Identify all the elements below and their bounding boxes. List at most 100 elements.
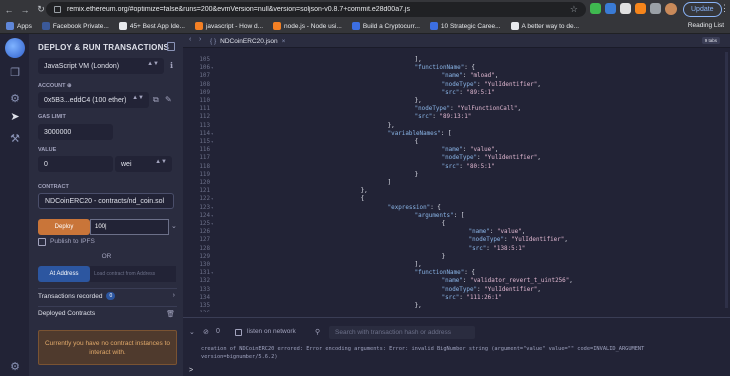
publish-ipfs-checkbox[interactable] (38, 238, 46, 246)
code-line[interactable]: 121}, (183, 187, 730, 195)
code-line[interactable]: 105], (183, 56, 730, 64)
code-line[interactable]: 124 ▾ "arguments": [ (183, 212, 730, 220)
code-line[interactable]: 120] (183, 179, 730, 187)
bookmark-item[interactable]: 45+ Best App Ide... (118, 22, 185, 30)
deploy-params-input[interactable]: 100| (90, 219, 169, 235)
close-icon[interactable]: × (282, 38, 286, 45)
code-line[interactable]: 134 "src": "111:26:1" (183, 294, 730, 302)
clear-console-icon[interactable]: ⊘ (203, 328, 209, 336)
code-line[interactable]: 129} (183, 253, 730, 261)
code-line[interactable]: 119} (183, 171, 730, 179)
code-line[interactable]: 118 "src": "80:5:1" (183, 163, 730, 171)
scroll-left-icon[interactable]: ‹ (189, 36, 191, 43)
bookmark-item[interactable]: A better way to de... (510, 22, 579, 30)
chevron-down-icon[interactable]: ⌄ (189, 328, 195, 336)
trash-icon[interactable]: 🗑 (166, 310, 175, 318)
code-line[interactable]: 133 "nodeType": "YulIdentifier", (183, 286, 730, 294)
code-line[interactable]: 114 ▾ "variableNames": [ (183, 130, 730, 138)
remix-logo-icon[interactable] (5, 38, 25, 58)
file-explorer-icon[interactable]: ❐ (7, 66, 23, 80)
code-line[interactable]: 132 "name": "validator_revert_t_uint256", (183, 277, 730, 285)
menu-icon[interactable]: ⋮ (720, 3, 729, 14)
puzzle-icon[interactable] (650, 3, 661, 14)
code-line[interactable]: 110}, (183, 97, 730, 105)
bookmark-apps[interactable]: Apps (6, 22, 32, 30)
bookmark-item[interactable]: node.js - Node usi... (273, 22, 342, 30)
code-line[interactable]: 111 "nodeType": "YulFunctionCall", (183, 105, 730, 113)
code-line[interactable]: 108 "nodeType": "YulIdentifier", (183, 81, 730, 89)
code-line[interactable]: 136 (183, 310, 730, 312)
scroll-right-icon[interactable]: › (199, 36, 201, 43)
tab-ndcoin-json[interactable]: { } NDCoinERC20.json × (210, 35, 285, 48)
code-line[interactable]: 117 "nodeType": "YulIdentifier", (183, 154, 730, 162)
code-line[interactable]: 127 "nodeType": "YulIdentifier", (183, 236, 730, 244)
tabs-count-badge[interactable]: 9 tabs (701, 37, 720, 44)
code-line[interactable]: 130], (183, 261, 730, 269)
fold-chevron-icon[interactable]: ▾ (211, 195, 213, 203)
fold-chevron-icon[interactable]: ▾ (211, 138, 213, 146)
plugin-manager-icon[interactable]: ⚒ (7, 132, 23, 146)
transactions-recorded-row[interactable]: Transactions recorded 0 (38, 292, 116, 300)
code-line[interactable]: 115 ▾ { (183, 138, 730, 146)
update-button[interactable]: Update (683, 2, 722, 17)
info-icon[interactable]: ℹ (170, 61, 173, 70)
code-line[interactable]: 113}, (183, 122, 730, 130)
chevron-right-icon[interactable]: › (173, 292, 175, 299)
bookmark-item[interactable]: 10 Strategic Caree... (429, 22, 501, 30)
code-line[interactable]: 116 "name": "value", (183, 146, 730, 154)
code-line[interactable]: 135}, (183, 302, 730, 310)
at-address-input[interactable]: Load contract from Address (90, 266, 176, 282)
fold-chevron-icon[interactable]: ▾ (211, 212, 213, 220)
account-select[interactable]: 0x5B3...eddC4 (100 ether) ▲▼ (38, 92, 149, 108)
fold-chevron-icon[interactable]: ▾ (211, 130, 213, 138)
chevron-down-icon[interactable]: ⌄ (171, 222, 177, 230)
code-line[interactable]: 131 ▾ "functionName": { (183, 269, 730, 277)
url-text[interactable]: remix.ethereum.org/#optimize=false&runs=… (67, 6, 410, 13)
value-unit-select[interactable]: wei ▲▼ (115, 156, 172, 172)
code-line[interactable]: 106 ▾ "functionName": { (183, 64, 730, 72)
listen-checkbox[interactable] (235, 329, 242, 336)
bookmark-item[interactable]: Build a Cryptocurr... (351, 22, 420, 30)
fold-chevron-icon[interactable]: ▾ (211, 269, 213, 277)
terminal-search-input[interactable]: Search with transaction hash or address (329, 326, 475, 339)
reading-list[interactable]: Reading List (688, 22, 724, 29)
code-line[interactable]: 107 "name": "mload", (183, 72, 730, 80)
edit-icon[interactable]: ✎ (165, 95, 172, 104)
fold-chevron-icon[interactable]: ▾ (211, 204, 213, 212)
deploy-run-icon[interactable]: ➤ (7, 110, 23, 124)
code-line[interactable]: 112 "src": "89:13:1" (183, 113, 730, 121)
deploy-button[interactable]: Deploy (38, 219, 90, 235)
add-account-icon[interactable]: ⊕ (67, 83, 72, 89)
extension-icon[interactable] (590, 3, 601, 14)
profile-avatar[interactable] (665, 3, 677, 15)
environment-select[interactable]: JavaScript VM (London) ▲▼ (38, 58, 164, 74)
copy-icon[interactable]: ⧉ (153, 95, 159, 105)
forward-icon[interactable]: → (18, 3, 32, 17)
code-line[interactable]: 122 ▾ { (183, 195, 730, 203)
bookmark-item[interactable]: Facebook Private... (41, 22, 109, 30)
code-line[interactable]: 126 "name": "value", (183, 228, 730, 236)
terminal-prompt[interactable]: > (189, 367, 193, 374)
fold-chevron-icon[interactable]: ▾ (211, 220, 213, 228)
code-line[interactable]: 123 ▾ "expression": { (183, 204, 730, 212)
code-line[interactable]: 128 "src": "138:5:1" (183, 245, 730, 253)
extension-icon[interactable] (605, 3, 616, 14)
gas-limit-input[interactable]: 3000000 (38, 124, 113, 140)
at-address-button[interactable]: At Address (38, 266, 90, 282)
bookmark-item[interactable]: javascript - How d... (194, 22, 263, 30)
contract-select[interactable]: NDCoinERC20 - contracts/nd_coin.sol (38, 193, 174, 209)
address-bar[interactable]: remix.ethereum.org/#optimize=false&runs=… (46, 2, 586, 17)
docs-icon[interactable] (167, 42, 175, 51)
metamask-icon[interactable] (635, 3, 646, 14)
value-input[interactable]: 0 (38, 156, 113, 172)
extension-icon[interactable] (620, 3, 631, 14)
editor-scrollbar[interactable] (725, 52, 728, 308)
settings-icon[interactable]: ⚙ (7, 360, 23, 374)
bookmark-star-icon[interactable]: ☆ (570, 4, 578, 15)
solidity-compiler-icon[interactable]: ⚙ (7, 92, 23, 106)
code-line[interactable]: 125 ▾ { (183, 220, 730, 228)
code-view[interactable]: 105], 106 ▾ "functionName": {107 "name": "ml… (183, 56, 730, 312)
fold-chevron-icon[interactable]: ▾ (211, 64, 213, 72)
back-icon[interactable]: ← (2, 3, 16, 17)
code-line[interactable]: 109 "src": "89:5:1" (183, 89, 730, 97)
